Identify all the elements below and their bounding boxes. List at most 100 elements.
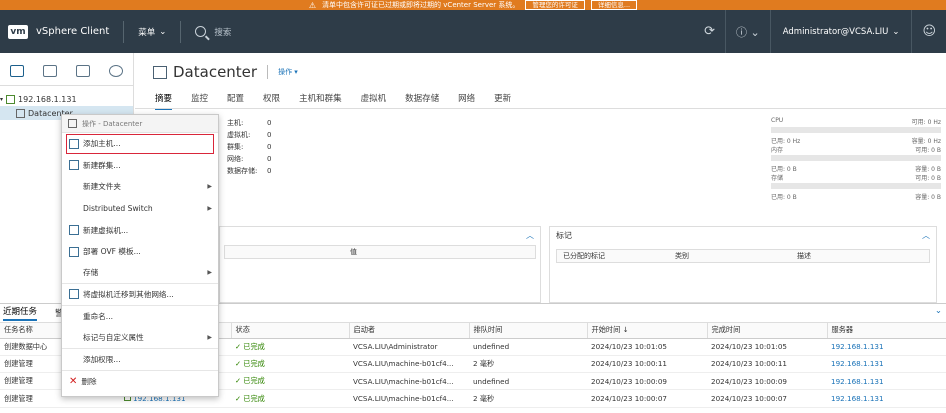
summary-stats: 主机: 0 虚拟机: 0 群集: 0 网络: 0 数据存储: 0: [227, 117, 271, 177]
warning-icon: ⚠: [308, 0, 317, 10]
product-name[interactable]: vSphere Client: [36, 26, 109, 37]
actions-menu-button[interactable]: 操作 ▾: [278, 67, 298, 77]
resource-usage-bar: [771, 183, 941, 189]
tree-label-vcenter: 192.168.1.131: [18, 94, 77, 104]
user-name: Administrator@VCSA.LIU: [782, 26, 889, 37]
user-menu[interactable]: Administrator@VCSA.LIU ⌄: [771, 27, 912, 37]
attr-value-column[interactable]: 值: [350, 247, 357, 257]
cell-server[interactable]: 192.168.1.131: [827, 372, 946, 391]
context-menu: 操作 - Datacenter 添加主机... 新建群集... 新建文件夹 ▶ Dist…: [61, 114, 219, 397]
column-header-4[interactable]: 排队时间: [469, 323, 588, 339]
menu-item-0[interactable]: 添加主机...: [65, 133, 215, 155]
stat-value: 0: [267, 119, 272, 127]
collapse-icon[interactable]: ︿: [922, 230, 930, 241]
hosts-clusters-tab-icon[interactable]: [9, 65, 24, 77]
vmware-logo[interactable]: vm: [8, 24, 28, 39]
details-button[interactable]: 详细信息...: [590, 0, 638, 10]
chevron-down-icon: ⌄: [892, 26, 900, 37]
manage-licenses-button[interactable]: 管理您的许可证: [525, 0, 585, 10]
menu-item-label: 标记与自定义属性: [83, 333, 144, 343]
stat-row: 数据存储: 0: [227, 165, 271, 177]
stat-value: 0: [267, 155, 272, 163]
menu-item-7[interactable]: 将虚拟机迁移到其他网络...: [62, 284, 218, 306]
menu-item-6[interactable]: 存储 ▶: [62, 263, 218, 285]
cell-server[interactable]: 192.168.1.131: [827, 338, 946, 356]
vcenter-icon: [6, 94, 16, 104]
tags-col-description[interactable]: 描述: [797, 251, 811, 261]
cell-queued: undefined: [469, 372, 587, 391]
storage-tab-icon[interactable]: [76, 65, 91, 77]
search-input[interactable]: 搜索: [195, 26, 231, 38]
menu-item-label: 添加主机...: [83, 139, 121, 149]
feedback-smiley-icon[interactable]: ☺: [912, 24, 946, 39]
menu-item-4[interactable]: 新建虚拟机...: [62, 219, 218, 241]
help-icon[interactable]: ⓘ ⌄: [726, 24, 770, 40]
stat-row: 群集: 0: [227, 141, 271, 153]
submenu-arrow-icon: ▶: [207, 269, 212, 277]
menu-item-icon: [69, 138, 79, 149]
cell-initiator: VCSA.LIU\machine-b01cf4...: [349, 389, 469, 408]
menu-item-label: 添加权限...: [83, 354, 121, 364]
vms-templates-tab-icon[interactable]: [42, 65, 57, 77]
custom-attributes-card: ︿ 值: [219, 226, 541, 303]
resource-capacity: 容量: 0 Hz: [911, 138, 941, 145]
menu-button[interactable]: 菜单 ⌄: [138, 26, 166, 38]
column-header-7[interactable]: 服务器: [827, 323, 946, 339]
resource-usage: CPU 可用: 0 Hz 已用: 0 Hz 容量: 0 Hz 内存 可用: 0 B 已用: …: [771, 117, 941, 201]
menu-item-label: 新建文件夹: [83, 182, 121, 192]
datacenter-icon: [16, 108, 25, 118]
menu-item-icon: [69, 160, 79, 171]
stat-label: 群集:: [227, 143, 244, 151]
menu-item-9[interactable]: 标记与自定义属性 ▶: [62, 327, 218, 349]
menu-item-label: 删除: [81, 376, 97, 386]
collapse-icon[interactable]: ︿: [526, 230, 534, 241]
menu-item-label: 存储: [83, 268, 99, 278]
menu-item-3[interactable]: Distributed Switch ▶: [62, 198, 218, 220]
menu-item-11[interactable]: ✕ 删除: [62, 371, 218, 393]
resource-block: CPU 可用: 0 Hz 已用: 0 Hz 容量: 0 Hz: [771, 117, 941, 145]
tab-recent-tasks[interactable]: 近期任务: [3, 305, 38, 321]
stat-row: 网络: 0: [227, 153, 271, 165]
menu-item-label: 新建虚拟机...: [83, 225, 129, 235]
header-divider: [123, 20, 125, 43]
stat-label: 数据存储:: [227, 167, 258, 175]
tags-col-category[interactable]: 类别: [675, 251, 797, 261]
context-menu-title: 操作 - Datacenter: [82, 119, 143, 128]
expand-arrow-icon[interactable]: ▾: [0, 96, 3, 103]
column-header-2[interactable]: 状态: [231, 323, 350, 339]
resource-used: 已用: 0 B: [771, 194, 797, 201]
tags-card-title: 标记: [556, 230, 572, 240]
column-header-6[interactable]: 完成时间: [707, 323, 828, 339]
cell-queued: undefined: [469, 338, 587, 356]
cell-start: 2024/10/23 10:00:09: [587, 372, 707, 391]
collapse-panel-icon[interactable]: ⌄: [935, 306, 942, 316]
menu-item-label: 新建群集...: [83, 160, 121, 170]
tags-col-assigned[interactable]: 已分配的标记: [557, 251, 675, 261]
cell-queued: 2 毫秒: [469, 389, 587, 408]
column-header-5[interactable]: 开始时间 ↓: [587, 323, 708, 339]
cell-end: 2024/10/23 10:01:05: [707, 338, 827, 356]
stat-value: 0: [267, 131, 272, 139]
tree-item-vcenter[interactable]: ▾ 192.168.1.131: [0, 92, 133, 106]
title-divider: [267, 65, 269, 79]
menu-item-2[interactable]: 新建文件夹 ▶: [62, 176, 218, 198]
menu-item-5[interactable]: 部署 OVF 模板...: [62, 241, 218, 263]
cell-start: 2024/10/23 10:00:11: [587, 355, 707, 374]
cell-initiator: VCSA.LIU\Administrator: [349, 338, 469, 356]
refresh-icon[interactable]: ⟳: [694, 24, 725, 39]
menu-item-1[interactable]: 新建群集...: [62, 155, 218, 177]
cell-status: ✓ 已完成: [231, 372, 349, 391]
networking-tab-icon[interactable]: [109, 65, 124, 77]
resource-free: 可用: 0 Hz: [911, 119, 941, 126]
stat-row: 主机: 0: [227, 117, 271, 129]
menu-item-8[interactable]: 重命名...: [62, 306, 218, 328]
resource-usage-bar: [771, 155, 941, 161]
column-header-3[interactable]: 启动者: [349, 323, 470, 339]
cell-server[interactable]: 192.168.1.131: [827, 355, 946, 374]
cell-server[interactable]: 192.168.1.131: [827, 389, 946, 408]
stat-label: 虚拟机:: [227, 131, 251, 139]
stat-value: 0: [267, 167, 272, 175]
cell-end: 2024/10/23 10:00:11: [707, 355, 827, 374]
cell-status: ✓ 已完成: [231, 355, 349, 374]
menu-item-10[interactable]: 添加权限...: [62, 349, 218, 371]
